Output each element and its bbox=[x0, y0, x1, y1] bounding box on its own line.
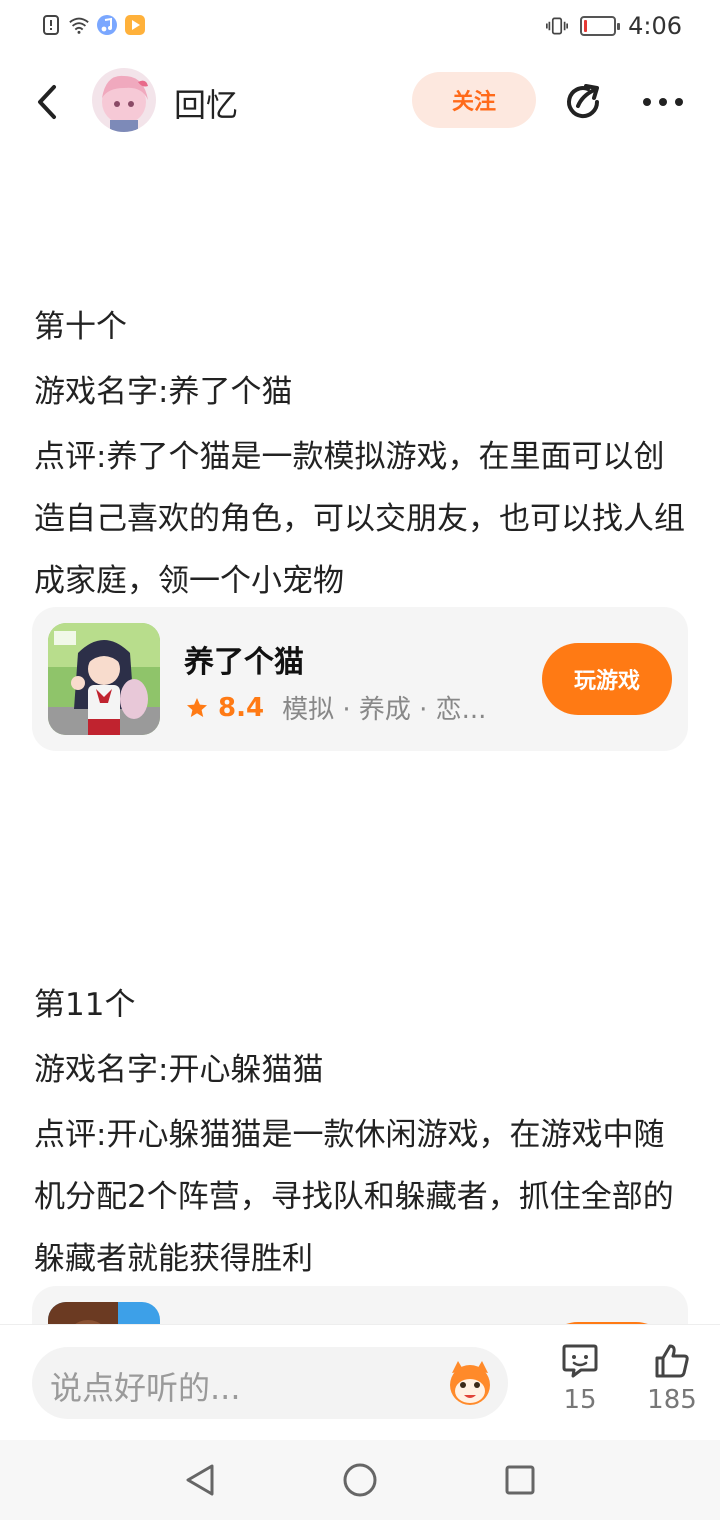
game-name-line-10: 游戏名字:养了个猫 bbox=[34, 374, 293, 410]
nav-recents-icon bbox=[505, 1465, 535, 1495]
game-meta: 8.4 模拟 · 养成 · 恋... bbox=[184, 689, 486, 726]
comment-button[interactable]: 15 bbox=[548, 1343, 612, 1415]
video-icon bbox=[124, 14, 146, 36]
like-button[interactable]: 185 bbox=[640, 1343, 704, 1415]
section-heading-11: 第11个 bbox=[34, 987, 136, 1023]
nav-home-button[interactable] bbox=[340, 1460, 380, 1500]
nav-back-icon bbox=[186, 1464, 214, 1496]
share-icon bbox=[567, 84, 600, 119]
status-icons-left bbox=[40, 14, 146, 36]
author-name[interactable]: 回忆 bbox=[174, 80, 238, 126]
music-icon bbox=[96, 14, 118, 36]
nav-back-button[interactable] bbox=[180, 1460, 220, 1500]
comment-count: 15 bbox=[563, 1385, 597, 1415]
game-card[interactable]: 养了个猫 8.4 模拟 · 养成 · 恋... 玩游戏 bbox=[32, 607, 688, 751]
review-text-11: 点评:开心躲猫猫是一款休闲游戏，在游戏中随机分配2个阵营，寻找队和躲藏者，抓住全… bbox=[34, 1117, 674, 1277]
comment-placeholder: 说点好听的... bbox=[50, 1369, 241, 1407]
back-icon bbox=[38, 85, 56, 119]
back-button[interactable] bbox=[26, 80, 70, 124]
game-tags: 模拟 · 养成 · 恋... bbox=[282, 695, 487, 725]
avatar[interactable] bbox=[92, 68, 156, 132]
status-icons-right: 4:06 bbox=[546, 12, 682, 40]
game-name-line-11: 游戏名字:开心躲猫猫 bbox=[34, 1052, 324, 1088]
follow-button[interactable]: 关注 bbox=[412, 72, 536, 128]
battery-icon bbox=[580, 16, 621, 36]
emoji-mascot-icon[interactable] bbox=[444, 1357, 496, 1409]
game-title: 养了个猫 bbox=[184, 645, 304, 680]
star-icon bbox=[184, 695, 210, 721]
comment-input[interactable]: 说点好听的... bbox=[32, 1347, 508, 1419]
battery-level bbox=[584, 20, 588, 32]
wifi-icon bbox=[68, 14, 90, 36]
review-text-10: 点评:养了个猫是一款模拟游戏，在里面可以创造自己喜欢的角色，可以交朋友，也可以找… bbox=[34, 439, 685, 599]
like-count: 185 bbox=[647, 1385, 697, 1415]
more-icon bbox=[643, 98, 683, 106]
section-heading-10: 第十个 bbox=[34, 309, 127, 345]
post-header: 回忆 关注 bbox=[0, 60, 720, 144]
game-rating: 8.4 bbox=[218, 692, 265, 723]
nav-recents-button[interactable] bbox=[500, 1460, 540, 1500]
nav-home-icon bbox=[343, 1463, 377, 1497]
play-game-button[interactable]: 玩游戏 bbox=[542, 643, 672, 715]
thumbs-up-icon bbox=[655, 1344, 689, 1378]
share-button[interactable] bbox=[562, 80, 606, 124]
alert-icon bbox=[40, 14, 62, 36]
comment-bar: 说点好听的... 15 185 bbox=[0, 1324, 720, 1440]
system-nav-bar bbox=[0, 1440, 720, 1520]
game-icon-yangle bbox=[48, 623, 160, 735]
comment-icon bbox=[562, 1344, 598, 1378]
more-button[interactable] bbox=[638, 80, 688, 124]
status-time: 4:06 bbox=[628, 12, 682, 40]
status-bar: 4:06 bbox=[0, 0, 720, 56]
vibrate-icon bbox=[546, 15, 569, 37]
